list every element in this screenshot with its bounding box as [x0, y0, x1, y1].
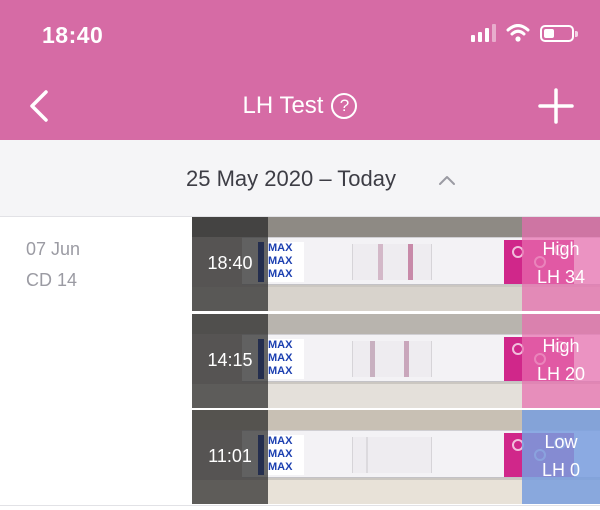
signal-icon: [471, 24, 496, 42]
result-value: LH 0: [541, 460, 581, 480]
page-title: LH Test?: [0, 92, 600, 120]
test-time: 18:40: [207, 253, 253, 273]
test-row[interactable]: MAX MAX MAX 11:01 Low LH 0: [192, 410, 600, 504]
page-title-text: LH Test: [242, 92, 324, 119]
day-column: 07 Jun CD 14: [0, 217, 192, 510]
result-value: LH 20: [536, 364, 586, 384]
status-icons: [471, 24, 578, 42]
cycle-day: CD 14: [26, 270, 78, 290]
result-badge: High LH 20: [522, 314, 600, 408]
chevron-up-icon[interactable]: [438, 174, 456, 186]
test-time: 14:15: [207, 350, 253, 370]
result-level: High: [542, 336, 580, 356]
wifi-icon: [506, 24, 530, 42]
day-date: 07 Jun: [26, 239, 81, 259]
result-level: Low: [544, 432, 578, 452]
test-row[interactable]: MAX MAX MAX 14:15 High LH 20: [192, 314, 600, 408]
test-row[interactable]: MAX MAX MAX 18:40 High LH 34: [192, 217, 600, 311]
help-icon[interactable]: ?: [331, 93, 358, 119]
date-range-label: 25 May 2020 – Today: [186, 166, 396, 191]
result-badge: High LH 34: [522, 217, 600, 311]
battery-icon: [540, 24, 578, 42]
app-header: 18:40 LH Test?: [0, 0, 600, 140]
result-badge: Low LH 0: [522, 410, 600, 504]
result-value: LH 34: [536, 267, 586, 287]
date-range-bar[interactable]: 25 May 2020 – Today: [0, 140, 600, 217]
add-icon[interactable]: [538, 88, 574, 124]
test-time: 11:01: [208, 446, 252, 466]
list-divider: [0, 505, 600, 506]
status-time: 18:40: [42, 22, 104, 48]
result-level: High: [542, 239, 580, 259]
